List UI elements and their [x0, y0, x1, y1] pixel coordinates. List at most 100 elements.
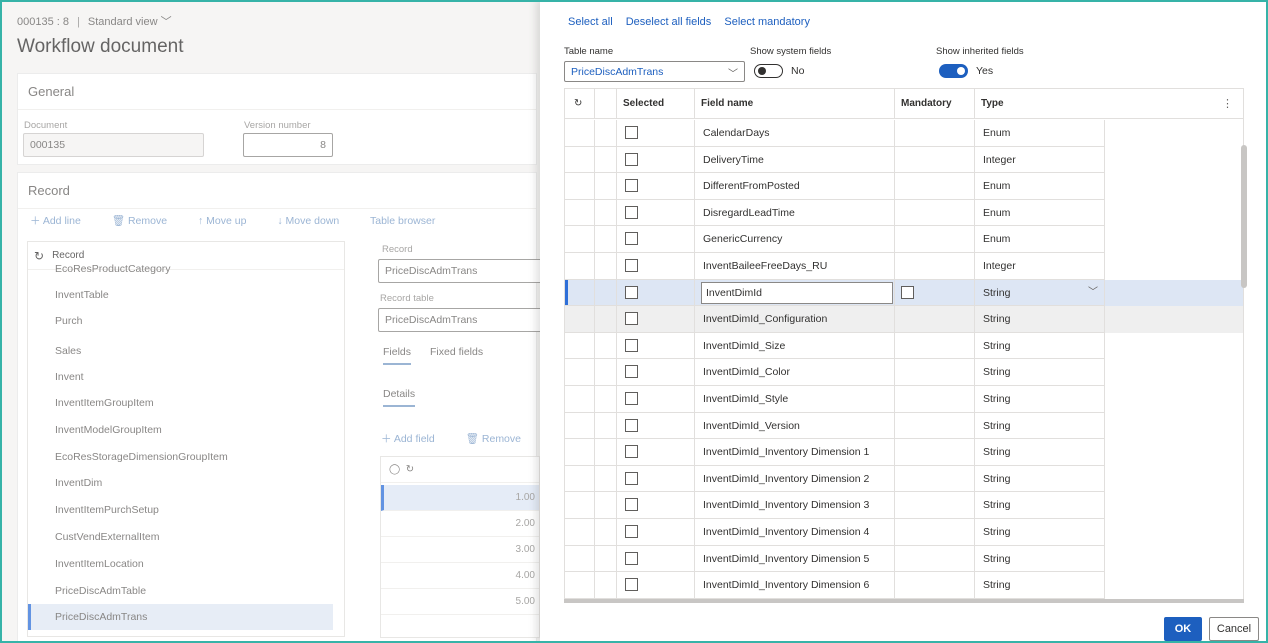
- selected-checkbox[interactable]: [625, 578, 638, 592]
- selected-checkbox[interactable]: [625, 126, 638, 139]
- field-name-cell[interactable]: InventDimId_Configuration: [695, 306, 895, 333]
- table-row[interactable]: InventDimId_Size String: [565, 332, 1243, 360]
- row-selector-cell[interactable]: [595, 439, 617, 466]
- selected-checkbox[interactable]: [625, 418, 638, 432]
- type-cell[interactable]: String: [975, 572, 1105, 599]
- table-row[interactable]: InventDimId_Inventory Dimension 2 String: [565, 465, 1243, 493]
- column-header-mandatory[interactable]: Mandatory: [895, 89, 975, 119]
- field-name-cell[interactable]: DisregardLeadTime: [695, 199, 895, 227]
- select-all-button[interactable]: Select all: [568, 16, 613, 28]
- selected-checkbox[interactable]: [625, 551, 638, 565]
- type-cell[interactable]: String: [975, 439, 1105, 466]
- selected-checkbox[interactable]: [625, 365, 638, 379]
- type-cell[interactable]: Enum: [975, 226, 1105, 253]
- selected-checkbox[interactable]: [625, 312, 638, 326]
- field-name-cell[interactable]: DifferentFromPosted: [695, 173, 895, 200]
- chevron-down-icon[interactable]: ﹀: [728, 65, 738, 80]
- type-cell[interactable]: Enum: [975, 120, 1105, 147]
- mandatory-checkbox[interactable]: [901, 285, 914, 299]
- chevron-down-icon[interactable]: ﹀: [1088, 280, 1098, 306]
- table-row[interactable]: DisregardLeadTime Enum: [565, 199, 1243, 227]
- table-row[interactable]: InventBaileeFreeDays_RU Integer: [565, 253, 1243, 280]
- type-cell[interactable]: String: [975, 412, 1105, 440]
- field-name-cell[interactable]: InventDimId_Inventory Dimension 4: [695, 519, 895, 546]
- field-name-cell[interactable]: InventDimId_Color: [695, 359, 895, 386]
- row-selector-cell[interactable]: [595, 386, 617, 413]
- row-selector-cell[interactable]: [595, 412, 617, 440]
- horizontal-scrollbar[interactable]: [564, 599, 1244, 603]
- table-row[interactable]: InventDimId_Inventory Dimension 6 String: [565, 572, 1243, 599]
- table-row[interactable]: InventDimId_Style String: [565, 386, 1243, 413]
- selected-checkbox[interactable]: [625, 445, 638, 459]
- selected-checkbox[interactable]: [625, 498, 638, 512]
- table-row[interactable]: InventDimId_Inventory Dimension 1 String: [565, 439, 1243, 466]
- refresh-icon[interactable]: ↻: [565, 89, 595, 119]
- type-cell[interactable]: Integer: [975, 253, 1105, 280]
- type-cell[interactable]: Enum: [975, 173, 1105, 200]
- type-cell[interactable]: String: [975, 492, 1105, 519]
- row-selector-cell[interactable]: [595, 199, 617, 227]
- type-cell[interactable]: String: [975, 519, 1105, 546]
- table-row[interactable]: InventDimId_Color String: [565, 359, 1243, 386]
- field-name-cell[interactable]: InventBaileeFreeDays_RU: [695, 253, 895, 280]
- field-name-cell[interactable]: InventDimId_Inventory Dimension 3: [695, 492, 895, 519]
- selected-checkbox[interactable]: [625, 471, 638, 485]
- table-row[interactable]: InventDimId_Inventory Dimension 5 String: [565, 545, 1243, 573]
- table-row[interactable]: InventDimId_Inventory Dimension 4 String: [565, 519, 1243, 546]
- table-row[interactable]: CalendarDays Enum: [565, 120, 1243, 147]
- select-mandatory-button[interactable]: Select mandatory: [724, 16, 810, 28]
- type-cell[interactable]: String: [975, 465, 1105, 493]
- field-name-cell[interactable]: InventDimId_Inventory Dimension 5: [695, 545, 895, 573]
- row-selector-cell[interactable]: [595, 519, 617, 546]
- field-name-cell[interactable]: DeliveryTime: [695, 146, 895, 174]
- field-name-input[interactable]: InventDimId: [701, 281, 893, 304]
- table-row[interactable]: DifferentFromPosted Enum: [565, 173, 1243, 200]
- ok-button[interactable]: OK: [1164, 617, 1202, 641]
- table-row[interactable]: GenericCurrency Enum: [565, 226, 1243, 253]
- row-selector-cell[interactable]: [595, 279, 617, 307]
- type-cell[interactable]: String: [975, 332, 1105, 360]
- table-row[interactable]: InventDimId_Version String: [565, 412, 1243, 440]
- field-name-cell[interactable]: GenericCurrency: [695, 226, 895, 253]
- row-selector-cell[interactable]: [595, 332, 617, 360]
- row-selector-cell[interactable]: [595, 359, 617, 386]
- type-cell[interactable]: String: [975, 279, 1105, 307]
- row-selector-cell[interactable]: [595, 492, 617, 519]
- field-name-cell[interactable]: InventDimId_Inventory Dimension 6: [695, 572, 895, 599]
- field-name-cell[interactable]: InventDimId_Version: [695, 412, 895, 440]
- table-name-select[interactable]: PriceDiscAdmTrans ﹀: [564, 61, 745, 82]
- row-selector-cell[interactable]: [595, 120, 617, 147]
- row-selector-cell[interactable]: [595, 226, 617, 253]
- selected-checkbox[interactable]: [625, 152, 638, 166]
- type-cell[interactable]: String: [975, 386, 1105, 413]
- selected-checkbox[interactable]: [625, 179, 638, 193]
- type-cell[interactable]: String: [975, 306, 1105, 333]
- field-name-cell[interactable]: InventDimId_Inventory Dimension 2: [695, 465, 895, 493]
- type-cell[interactable]: Integer: [975, 146, 1105, 174]
- row-selector-cell[interactable]: [595, 253, 617, 280]
- row-selector-cell[interactable]: [595, 306, 617, 333]
- field-name-cell[interactable]: InventDimId_Style: [695, 386, 895, 413]
- vertical-scrollbar[interactable]: [1241, 145, 1247, 288]
- selected-checkbox[interactable]: [625, 205, 638, 219]
- table-row[interactable]: InventDimId_Configuration String: [565, 306, 1243, 333]
- row-selector-cell[interactable]: [595, 465, 617, 493]
- modal-backdrop[interactable]: [0, 0, 540, 643]
- type-cell[interactable]: String: [975, 545, 1105, 573]
- column-header-selected[interactable]: Selected: [617, 89, 695, 119]
- field-name-cell[interactable]: InventDimId_Inventory Dimension 1: [695, 439, 895, 466]
- selected-checkbox[interactable]: [625, 525, 638, 538]
- deselect-all-button[interactable]: Deselect all fields: [626, 16, 712, 28]
- field-name-cell[interactable]: CalendarDays: [695, 120, 895, 147]
- selected-checkbox[interactable]: [625, 338, 638, 352]
- row-selector-cell[interactable]: [595, 173, 617, 200]
- row-selector-cell[interactable]: [595, 146, 617, 174]
- table-row[interactable]: InventDimId_Inventory Dimension 3 String: [565, 492, 1243, 519]
- selected-checkbox[interactable]: [625, 285, 638, 299]
- selected-checkbox[interactable]: [625, 232, 638, 246]
- row-selector-cell[interactable]: [595, 572, 617, 599]
- column-header-field-name[interactable]: Field name: [695, 89, 895, 119]
- selected-checkbox[interactable]: [625, 392, 638, 405]
- show-system-fields-toggle[interactable]: [754, 64, 783, 78]
- table-row[interactable]: DeliveryTime Integer: [565, 146, 1243, 174]
